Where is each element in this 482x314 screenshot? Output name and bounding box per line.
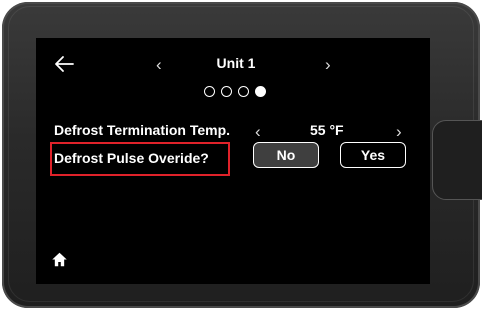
unit-title: Unit 1 xyxy=(216,55,256,71)
page-dot xyxy=(204,86,215,97)
yes-button[interactable]: Yes xyxy=(340,142,406,168)
next-unit-button[interactable]: › xyxy=(325,55,331,75)
device-side-button xyxy=(432,120,482,200)
home-icon[interactable] xyxy=(51,251,68,268)
page-dot xyxy=(221,86,232,97)
page-dot xyxy=(238,86,249,97)
defrost-pulse-label: Defrost Pulse Overide? xyxy=(54,150,209,166)
back-arrow-icon[interactable] xyxy=(52,52,76,76)
defrost-termination-value: 55 °F xyxy=(310,122,344,138)
page-indicator xyxy=(204,86,266,97)
defrost-termination-label: Defrost Termination Temp. xyxy=(54,122,231,138)
page-dot xyxy=(255,86,266,97)
decrease-temp-button[interactable]: ‹ xyxy=(255,122,261,142)
increase-temp-button[interactable]: › xyxy=(396,122,402,142)
device-screen: ‹ Unit 1 › Defrost Termination Temp. ‹ 5… xyxy=(36,38,430,284)
prev-unit-button[interactable]: ‹ xyxy=(156,55,162,75)
no-button[interactable]: No xyxy=(253,142,319,168)
